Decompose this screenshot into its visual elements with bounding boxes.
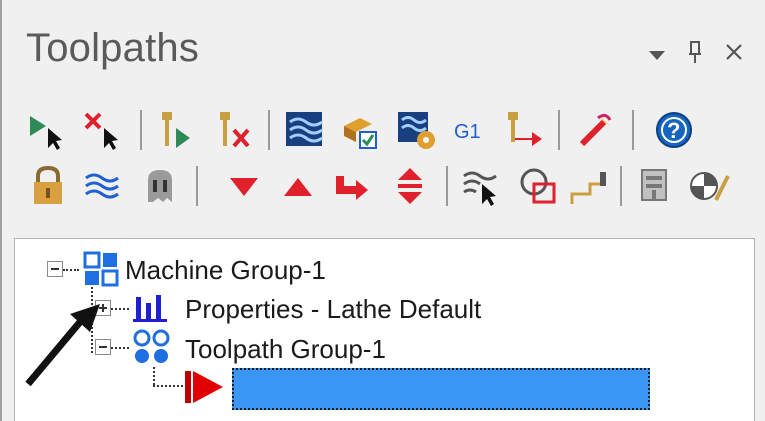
ghost-icon[interactable] bbox=[138, 164, 182, 208]
insert-arrow-marker-icon bbox=[185, 367, 225, 412]
highfeed-icon[interactable] bbox=[502, 108, 546, 152]
tree-item-machine-group[interactable]: Machine Group-1 bbox=[125, 255, 326, 286]
stock-model-icon[interactable] bbox=[516, 164, 560, 208]
annotation-arrow-icon bbox=[22, 300, 102, 395]
toolpath-group-icon bbox=[133, 329, 171, 370]
stock-view-icon[interactable] bbox=[568, 164, 612, 208]
svg-text:?: ? bbox=[667, 118, 680, 143]
toggle-display-icon[interactable] bbox=[82, 164, 126, 208]
tree-collapse-machine-group[interactable] bbox=[47, 261, 63, 277]
toolbar-row-1: G1 ? bbox=[2, 104, 765, 160]
simulate-icon[interactable] bbox=[394, 108, 438, 152]
regenerate-selected-icon[interactable] bbox=[154, 108, 198, 152]
tree-connector bbox=[153, 385, 183, 387]
tree-connector bbox=[153, 367, 155, 385]
new-operation-rename-field[interactable] bbox=[232, 368, 650, 410]
toolbar-separator bbox=[620, 166, 622, 206]
toolbar-separator bbox=[632, 110, 634, 150]
tree-item-properties[interactable]: Properties - Lathe Default bbox=[185, 294, 481, 325]
scroll-insert-icon[interactable] bbox=[388, 164, 432, 208]
toolbar-separator bbox=[268, 110, 270, 150]
operations-tree: Machine Group-1 Properties - Lathe Defau… bbox=[14, 238, 755, 421]
materials-icon[interactable] bbox=[686, 164, 730, 208]
toolpaths-panel: Toolpaths G1 ? Machine Group-1 Propertie… bbox=[0, 0, 765, 421]
move-down-icon[interactable] bbox=[222, 164, 266, 208]
setup-sheet-icon[interactable] bbox=[634, 164, 678, 208]
insert-arrow-icon[interactable] bbox=[330, 164, 374, 208]
toolpath-editor-icon[interactable] bbox=[574, 108, 618, 152]
pin-icon[interactable] bbox=[688, 40, 702, 69]
toolbar-separator bbox=[558, 110, 560, 150]
chevron-down-icon[interactable] bbox=[648, 48, 666, 66]
toolbar-row-2 bbox=[2, 160, 765, 216]
backplot-icon[interactable] bbox=[282, 108, 326, 152]
tree-connector bbox=[63, 269, 79, 271]
move-up-icon[interactable] bbox=[276, 164, 320, 208]
regenerate-dirty-icon[interactable] bbox=[212, 108, 256, 152]
toolbar-separator bbox=[446, 166, 448, 206]
tree-connector bbox=[111, 347, 129, 349]
toolbar-separator bbox=[140, 110, 142, 150]
lock-icon[interactable] bbox=[26, 164, 70, 208]
tree-connector bbox=[111, 308, 129, 310]
machine-group-icon bbox=[83, 251, 119, 292]
post-selected-g1-icon[interactable]: G1 bbox=[448, 108, 492, 152]
help-icon[interactable]: ? bbox=[652, 108, 696, 152]
properties-icon bbox=[133, 293, 167, 328]
deselect-all-operations-icon[interactable] bbox=[82, 108, 126, 152]
tree-item-toolpath-group[interactable]: Toolpath Group-1 bbox=[185, 334, 386, 365]
panel-title: Toolpaths bbox=[26, 26, 200, 70]
panel-titlebar: Toolpaths bbox=[2, 0, 765, 96]
verify-icon[interactable] bbox=[338, 108, 382, 152]
g1-label: G1 bbox=[454, 121, 481, 143]
select-all-operations-icon[interactable] bbox=[26, 108, 70, 152]
toolbar-separator bbox=[196, 166, 198, 206]
display-selected-icon[interactable] bbox=[460, 164, 504, 208]
close-icon[interactable] bbox=[724, 42, 744, 67]
